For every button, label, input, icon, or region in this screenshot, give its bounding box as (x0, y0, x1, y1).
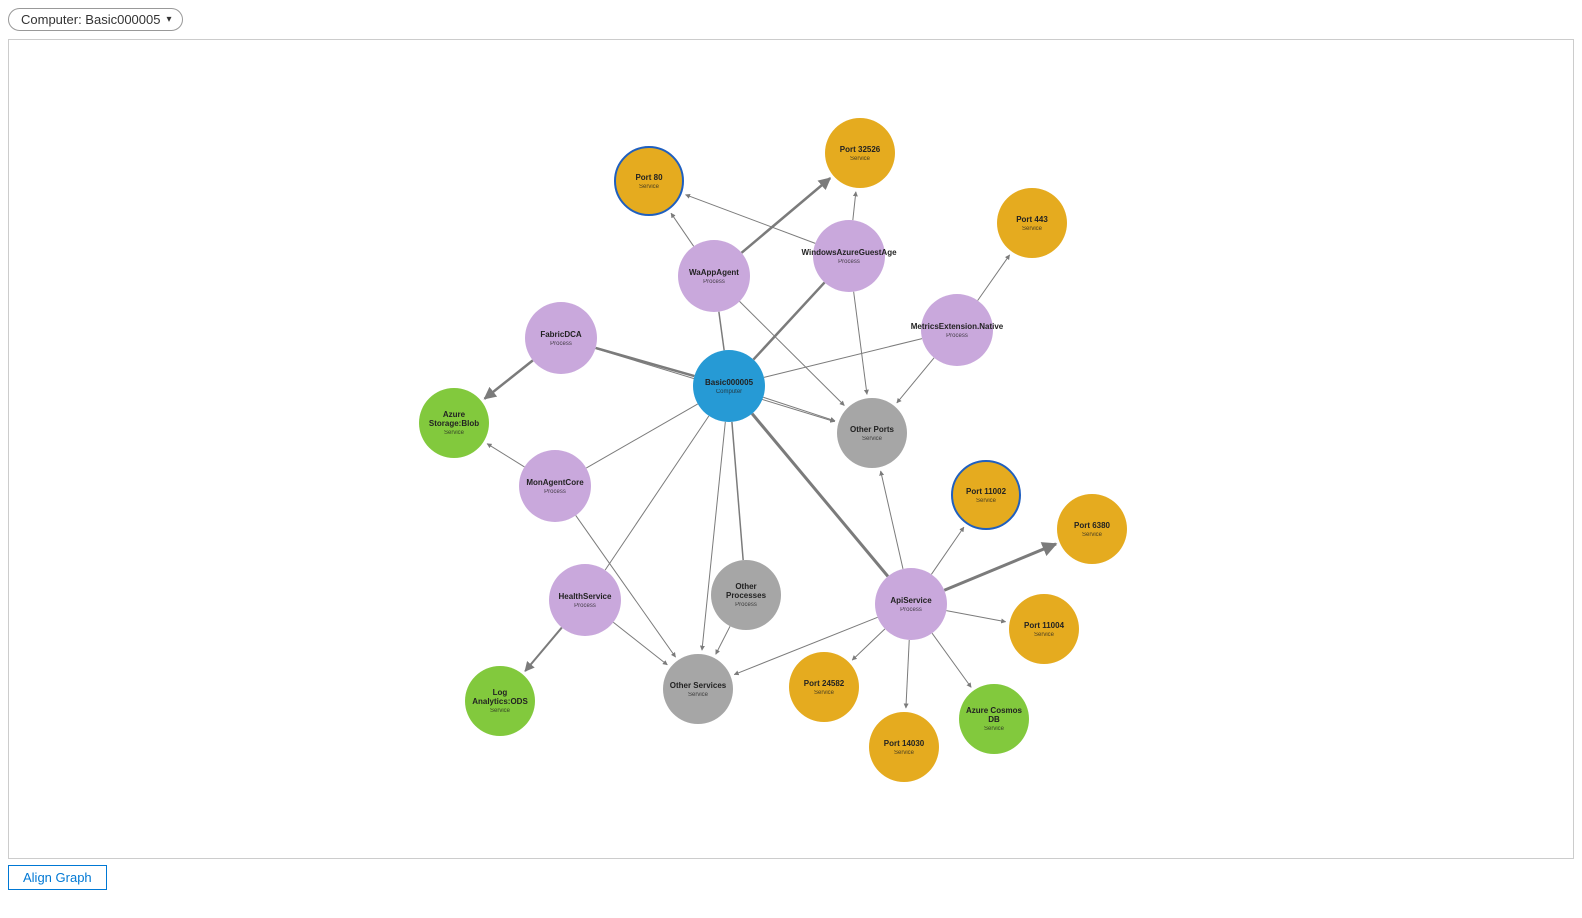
chevron-down-icon: ▾ (166, 14, 171, 25)
node-sublabel: Process (703, 279, 725, 285)
edge-waapp-port80 (671, 213, 694, 246)
node-label: Port 14030 (884, 739, 924, 748)
dropdown-label: Computer: Basic000005 (21, 12, 160, 27)
node-sublabel: Service (1022, 226, 1042, 232)
node-port11002[interactable]: Port 11002 Service (951, 460, 1021, 530)
node-sublabel: Process (544, 489, 566, 495)
node-label: ApiService (890, 596, 931, 605)
node-port80[interactable]: Port 80 Service (614, 146, 684, 216)
node-label: Port 32526 (840, 145, 880, 154)
node-sublabel: Service (894, 750, 914, 756)
node-label: Other Ports (850, 425, 894, 434)
edge-basic-monagent (586, 404, 698, 468)
edge-basic-otherproc (732, 422, 743, 560)
align-graph-button[interactable]: Align Graph (8, 865, 107, 890)
node-apisvc[interactable]: ApiService Process (875, 568, 947, 640)
node-sublabel: Process (735, 602, 757, 608)
node-metrics[interactable]: MetricsExtension.NativeProcess (921, 294, 993, 366)
edge-fabricdca-azblob (485, 360, 533, 398)
node-sublabel: Process (550, 341, 572, 347)
node-label: Port 24582 (804, 679, 844, 688)
node-sublabel: Service (1082, 532, 1102, 538)
node-label: MonAgentCore (526, 478, 583, 487)
edge-basic-waapp (719, 312, 724, 351)
node-cosmos[interactable]: Azure Cosmos DB Service (959, 684, 1029, 754)
node-label: Other Processes (715, 582, 777, 600)
node-sublabel: Computer (716, 389, 742, 395)
node-label: Port 80 (635, 173, 662, 182)
node-label: Port 443 (1016, 215, 1048, 224)
node-sublabel: Service (850, 156, 870, 162)
node-port14030[interactable]: Port 14030 Service (869, 712, 939, 782)
node-label: Basic000005 (705, 378, 753, 387)
edge-apisvc-port14030 (906, 640, 909, 708)
node-label: Port 6380 (1074, 521, 1110, 530)
computer-dropdown[interactable]: Computer: Basic000005 ▾ (8, 8, 183, 31)
edge-metrics-port443 (978, 255, 1010, 301)
edge-basic-winguest (753, 282, 824, 359)
edge-winguest-otherports (854, 292, 867, 395)
node-health[interactable]: HealthService Process (549, 564, 621, 636)
node-label: FabricDCA (540, 330, 581, 339)
node-sublabel: Process (838, 259, 860, 265)
edge-winguest-port32526 (853, 192, 856, 220)
node-sublabel: Process (900, 607, 922, 613)
node-basic[interactable]: Basic000005 Computer (693, 350, 765, 422)
edge-health-othersvc (613, 622, 667, 665)
edge-apisvc-port11002 (931, 527, 963, 574)
edge-apisvc-port24582 (852, 629, 885, 660)
node-sublabel: Process (574, 603, 596, 609)
node-sublabel: Service (490, 708, 510, 714)
node-monagent[interactable]: MonAgentCore Process (519, 450, 591, 522)
node-port443[interactable]: Port 443 Service (997, 188, 1067, 258)
node-label: WaAppAgent (689, 268, 739, 277)
edge-monagent-azblob (487, 444, 524, 467)
node-label: Azure Cosmos DB (963, 706, 1025, 724)
edge-apisvc-port6380 (944, 544, 1056, 590)
node-sublabel: Process (946, 333, 968, 339)
node-waapp[interactable]: WaAppAgent Process (678, 240, 750, 312)
node-port24582[interactable]: Port 24582 Service (789, 652, 859, 722)
node-port11004[interactable]: Port 11004 Service (1009, 594, 1079, 664)
node-label: Azure Storage:Blob (423, 410, 485, 428)
node-label: MetricsExtension.Native (911, 322, 1003, 331)
node-sublabel: Service (984, 726, 1004, 732)
node-label: HealthService (559, 592, 612, 601)
node-fabricdca[interactable]: FabricDCA Process (525, 302, 597, 374)
graph-canvas[interactable]: Basic000005ComputerFabricDCAProcessWaApp… (8, 39, 1574, 859)
node-sublabel: Service (639, 184, 659, 190)
node-port32526[interactable]: Port 32526 Service (825, 118, 895, 188)
node-sublabel: Service (1034, 632, 1054, 638)
node-port6380[interactable]: Port 6380 Service (1057, 494, 1127, 564)
node-sublabel: Service (688, 692, 708, 698)
edge-apisvc-port11004 (946, 611, 1005, 622)
edge-basic-metrics (764, 339, 922, 378)
node-sublabel: Service (976, 498, 996, 504)
node-othersvc[interactable]: Other Services Service (663, 654, 733, 724)
node-azblob[interactable]: Azure Storage:Blob Service (419, 388, 489, 458)
node-otherproc[interactable]: Other Processes Process (711, 560, 781, 630)
node-label: Port 11002 (966, 487, 1006, 496)
node-sublabel: Service (814, 690, 834, 696)
node-logods[interactable]: Log Analytics:ODS Service (465, 666, 535, 736)
node-winguest[interactable]: WindowsAzureGuestAgeProcess (813, 220, 885, 292)
node-label: Log Analytics:ODS (469, 688, 531, 706)
edge-winguest-port80 (686, 195, 816, 244)
node-sublabel: Service (444, 430, 464, 436)
edge-apisvc-otherports (881, 471, 903, 569)
edge-otherproc-othersvc (716, 626, 730, 654)
node-label: Other Services (670, 681, 726, 690)
node-sublabel: Service (862, 436, 882, 442)
edge-metrics-otherports (897, 358, 934, 403)
edge-basic-fabricdca (596, 348, 695, 376)
node-otherports[interactable]: Other Ports Service (837, 398, 907, 468)
node-label: Port 11004 (1024, 621, 1064, 630)
node-label: WindowsAzureGuestAge (801, 248, 896, 257)
edges-layer (9, 40, 1573, 858)
edge-basic-health (605, 416, 709, 570)
edge-basic-otherports (763, 397, 835, 421)
edge-health-logods (525, 628, 562, 672)
edge-apisvc-cosmos (932, 633, 971, 687)
